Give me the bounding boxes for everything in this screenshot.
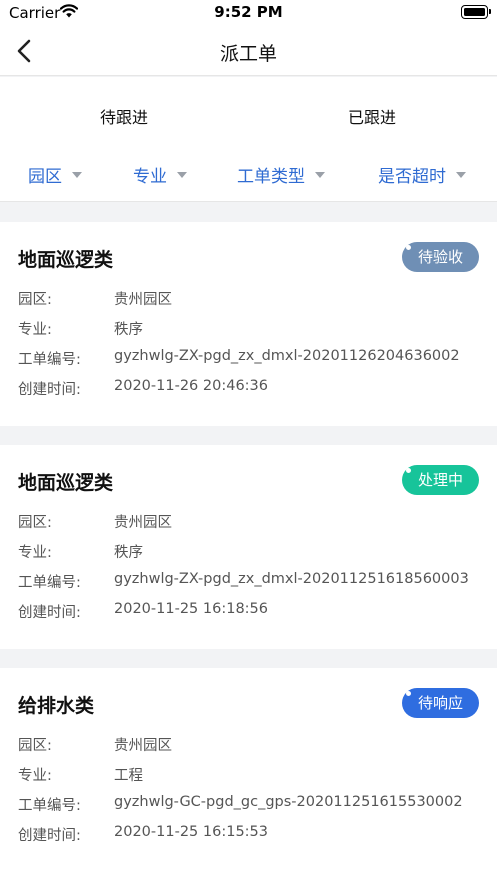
caret-down-icon xyxy=(456,172,466,178)
status-label: 处理中 xyxy=(417,471,463,489)
caret-down-icon xyxy=(72,172,82,178)
specialty-label: 专业: xyxy=(18,545,52,561)
specialty-label: 专业: xyxy=(18,768,52,784)
filter-bar: 园区 专业 工单类型 是否超时 xyxy=(0,152,497,202)
status-badge: 待响应 xyxy=(402,688,479,718)
park-label: 园区: xyxy=(18,292,52,308)
park-row: 园区: 贵州园区 xyxy=(18,734,478,755)
created-time-row: 创建时间: 2020-11-25 16:15:53 xyxy=(18,824,478,845)
filter-specialty-label: 专业 xyxy=(133,167,167,187)
specialty-row: 专业: 秩序 xyxy=(18,541,478,562)
status-bar: Carrier 9:52 PM xyxy=(0,0,497,26)
filter-park-label: 园区 xyxy=(28,167,62,187)
park-row: 园区: 贵州园区 xyxy=(18,288,478,309)
filter-overdue-label: 是否超时 xyxy=(378,167,446,187)
order-category: 地面巡逻类 xyxy=(18,249,114,271)
specialty-value: 秩序 xyxy=(114,322,143,338)
order-category: 地面巡逻类 xyxy=(18,472,114,494)
created-time-row: 创建时间: 2020-11-26 20:46:36 xyxy=(18,378,478,399)
specialty-label: 专业: xyxy=(18,322,52,338)
filter-order-type-label: 工单类型 xyxy=(237,167,305,187)
specialty-value: 秩序 xyxy=(114,545,143,561)
order-number-value: gyzhwlg-ZX-pgd_zx_dmxl-20201126204636002 xyxy=(114,348,460,364)
tab-pending-follow-up[interactable]: 待跟进 xyxy=(0,104,248,128)
order-number-label: 工单编号: xyxy=(18,575,81,591)
order-number-value: gyzhwlg-ZX-pgd_zx_dmxl-20201125161856000… xyxy=(114,571,469,587)
created-time-value: 2020-11-25 16:18:56 xyxy=(114,601,268,617)
status-dot-icon xyxy=(406,691,411,696)
park-value: 贵州园区 xyxy=(114,515,172,531)
park-row: 园区: 贵州园区 xyxy=(18,511,478,532)
created-time-value: 2020-11-26 20:46:36 xyxy=(114,378,268,394)
clock: 9:52 PM xyxy=(214,3,283,21)
order-number-label: 工单编号: xyxy=(18,352,81,368)
filter-park[interactable]: 园区 xyxy=(28,162,82,187)
filter-order-type[interactable]: 工单类型 xyxy=(237,162,325,187)
order-category: 给排水类 xyxy=(18,695,95,717)
status-dot-icon xyxy=(406,245,411,250)
park-label: 园区: xyxy=(18,515,52,531)
specialty-value: 工程 xyxy=(114,768,143,784)
created-time-label: 创建时间: xyxy=(18,605,81,621)
order-number-label: 工单编号: xyxy=(18,798,81,814)
order-number-row: 工单编号: gyzhwlg-ZX-pgd_zx_dmxl-202011251618… xyxy=(18,571,478,592)
caret-down-icon xyxy=(315,172,325,178)
status-badge: 待验收 xyxy=(402,242,479,272)
status-label: 待响应 xyxy=(417,694,463,712)
created-time-row: 创建时间: 2020-11-25 16:18:56 xyxy=(18,601,478,622)
work-order-card[interactable]: 地面巡逻类 处理中 园区: 贵州园区 专业: 秩序 工单编号: gyzhwlg-ZX-… xyxy=(0,445,497,649)
park-value: 贵州园区 xyxy=(114,738,172,754)
status-badge: 处理中 xyxy=(402,465,479,495)
order-number-row: 工单编号: gyzhwlg-GC-pgd_gc_gps-2020112516155… xyxy=(18,794,478,815)
status-label: 待验收 xyxy=(417,248,463,266)
filter-overdue[interactable]: 是否超时 xyxy=(378,162,466,187)
order-number-value: gyzhwlg-GC-pgd_gc_gps-202011251615530002 xyxy=(114,794,463,810)
created-time-value: 2020-11-25 16:15:53 xyxy=(114,824,268,840)
specialty-row: 专业: 工程 xyxy=(18,764,478,785)
specialty-row: 专业: 秩序 xyxy=(18,318,478,339)
navigation-bar: 派工单 xyxy=(0,26,497,76)
tab-bar: 待跟进 已跟进 xyxy=(0,77,497,152)
filter-specialty[interactable]: 专业 xyxy=(133,162,187,187)
work-order-card-partial xyxy=(0,872,497,883)
created-time-label: 创建时间: xyxy=(18,382,81,398)
status-dot-icon xyxy=(406,468,411,473)
order-number-row: 工单编号: gyzhwlg-ZX-pgd_zx_dmxl-202011262046… xyxy=(18,348,478,369)
tab-followed-up[interactable]: 已跟进 xyxy=(248,104,496,128)
battery-icon xyxy=(461,5,491,19)
caret-down-icon xyxy=(177,172,187,178)
page-title: 派工单 xyxy=(219,43,277,65)
created-time-label: 创建时间: xyxy=(18,828,81,844)
park-label: 园区: xyxy=(18,738,52,754)
work-order-card[interactable]: 给排水类 待响应 园区: 贵州园区 专业: 工程 工单编号: gyzhwlg-GC-p… xyxy=(0,668,497,872)
park-value: 贵州园区 xyxy=(114,292,172,308)
work-order-card[interactable]: 地面巡逻类 待验收 园区: 贵州园区 专业: 秩序 工单编号: gyzhwlg-ZX-… xyxy=(0,222,497,426)
